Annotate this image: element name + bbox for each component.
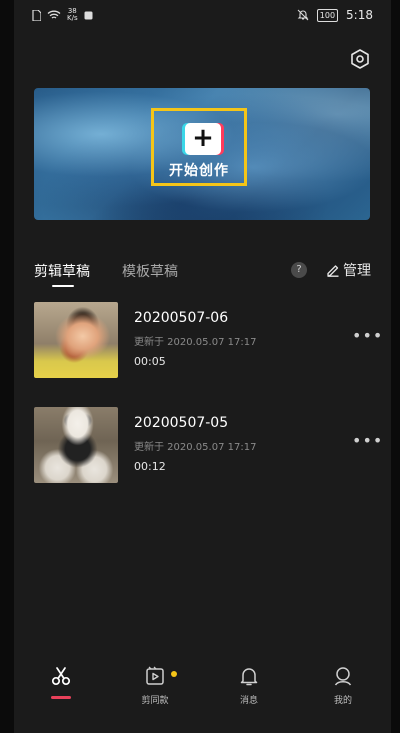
tab-template-drafts[interactable]: 模板草稿 — [122, 261, 178, 281]
nav-messages-label: 消息 — [239, 696, 258, 706]
profile-icon — [334, 667, 352, 686]
edit-icon — [327, 265, 339, 277]
draft-name: 20200507-05 — [134, 415, 229, 431]
draft-item[interactable]: 20200507-06 更新于 2020.05.07 17:17 00:05 •… — [34, 302, 382, 380]
network-speed: 38 K/s — [67, 7, 78, 22]
bell-icon — [240, 668, 258, 686]
manage-label: 管理 — [343, 263, 371, 279]
draft-updated-time: 更新于 2020.05.07 17:17 — [134, 337, 257, 348]
draft-duration: 00:05 — [134, 355, 166, 368]
draft-duration: 00:12 — [134, 460, 166, 473]
draft-thumbnail[interactable] — [34, 407, 118, 483]
draft-thumbnail[interactable] — [34, 302, 118, 378]
nav-profile[interactable]: 我的 — [313, 665, 373, 706]
new-badge-dot — [171, 671, 177, 677]
app-screen: 38 K/s 100 5:18 + 开始创作 剪辑草稿 模板草稿 ? 管理 20… — [14, 0, 391, 733]
bottom-navigation: 剪同款 消息 我的 — [14, 665, 391, 715]
manage-button[interactable]: 管理 — [326, 260, 371, 280]
settings-button[interactable] — [349, 48, 371, 70]
more-options-icon[interactable]: ••• — [352, 433, 382, 449]
battery-indicator: 100 — [316, 8, 339, 22]
notification-icon — [84, 11, 93, 19]
sim-card-icon — [32, 9, 41, 21]
scissors-icon — [51, 667, 71, 686]
help-icon[interactable]: ? — [291, 262, 307, 278]
draft-tabs: 剪辑草稿 模板草稿 ? 管理 — [34, 258, 371, 288]
draft-item[interactable]: 20200507-05 更新于 2020.05.07 17:17 00:12 •… — [34, 407, 382, 485]
nav-templates-label: 剪同款 — [141, 696, 169, 706]
nav-edit[interactable] — [31, 665, 91, 699]
nav-templates[interactable]: 剪同款 — [125, 665, 185, 706]
nav-messages[interactable]: 消息 — [219, 665, 279, 706]
settings-icon — [351, 49, 369, 69]
template-icon — [146, 666, 164, 685]
more-options-icon[interactable]: ••• — [352, 328, 382, 344]
mute-icon — [297, 9, 309, 21]
plus-icon: + — [185, 123, 221, 155]
draft-name: 20200507-06 — [134, 310, 229, 326]
wifi-icon — [47, 10, 61, 19]
tab-edit-drafts[interactable]: 剪辑草稿 — [34, 261, 90, 281]
status-bar: 38 K/s 100 5:18 — [14, 0, 391, 32]
start-creation-button[interactable]: + 开始创作 — [151, 108, 247, 186]
start-creation-banner[interactable]: + 开始创作 — [34, 88, 370, 220]
clock: 5:18 — [346, 8, 373, 22]
start-creation-label: 开始创作 — [169, 163, 229, 179]
draft-updated-time: 更新于 2020.05.07 17:17 — [134, 442, 257, 453]
nav-profile-label: 我的 — [333, 696, 352, 706]
active-tab-indicator — [52, 285, 74, 287]
nav-active-indicator — [51, 696, 71, 699]
